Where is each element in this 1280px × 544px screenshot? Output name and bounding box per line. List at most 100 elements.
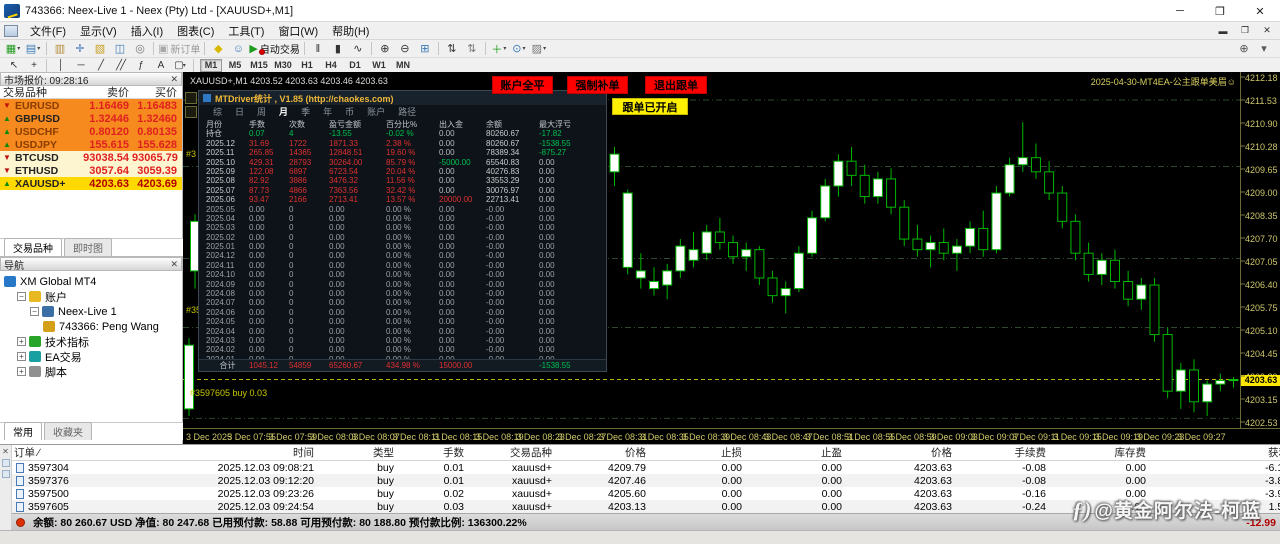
follow-status-button[interactable]: 跟单已开启 — [612, 98, 688, 115]
orders-column-label[interactable]: 手续费 — [960, 445, 1054, 460]
stats-tab[interactable]: 日 — [235, 105, 244, 118]
timeframe-m30[interactable]: M30 — [272, 59, 294, 72]
tile-windows-icon[interactable]: ⊞ — [415, 41, 435, 57]
stats-tab[interactable]: 路径 — [398, 105, 416, 118]
profiles-icon[interactable]: ▤▾ — [23, 41, 43, 57]
order-row-3597376[interactable]: 35973762025.12.03 09:12:20buy0.01xauusd+… — [12, 474, 1280, 487]
stats-tab[interactable]: 季 — [301, 105, 310, 118]
market-watch-row-usdchf[interactable]: ▲USDCHF0.801200.80135 — [0, 125, 182, 138]
navigator-close-icon[interactable]: ✕ — [170, 259, 178, 270]
text-tool-icon[interactable]: A — [150, 59, 170, 72]
navigator-tab[interactable]: 收藏夹 — [44, 422, 92, 440]
expand-icon[interactable]: + — [17, 367, 26, 376]
orders-column-label[interactable]: 类型 — [322, 445, 402, 460]
template-icon[interactable]: ▨▾ — [529, 41, 549, 57]
timeframe-m5[interactable]: M5 — [224, 59, 246, 72]
cursor-icon[interactable]: ↖ — [3, 59, 23, 72]
child-restore-button[interactable]: ❐ — [1234, 22, 1256, 39]
strategy-tester-icon[interactable]: ◎ — [130, 41, 150, 57]
exit-follow-button[interactable]: 退出跟单 — [645, 76, 707, 94]
stats-tab[interactable]: 账户 — [367, 105, 385, 118]
metaeditor-icon[interactable]: ◆ — [208, 41, 228, 57]
orders-column-label[interactable]: 交易品种 — [472, 445, 560, 460]
col-bid[interactable]: 卖价 — [78, 84, 132, 100]
nav-item[interactable]: XM Global MT4 — [4, 274, 182, 289]
menu-item-5[interactable]: 窗口(W) — [271, 22, 325, 40]
chart-overlay-icon[interactable] — [185, 106, 197, 118]
nav-item[interactable]: +脚本 — [4, 364, 182, 379]
add-indicator-icon[interactable]: ＋▾ — [489, 41, 509, 57]
market-watch-tab[interactable]: 交易品种 — [4, 238, 62, 256]
chart-window-icon[interactable] — [4, 25, 18, 37]
menu-item-6[interactable]: 帮助(H) — [325, 22, 376, 40]
nav-item[interactable]: +EA交易 — [4, 349, 182, 364]
menu-item-2[interactable]: 插入(I) — [124, 22, 170, 40]
line-chart-icon[interactable]: ∿ — [348, 41, 368, 57]
orders-column-label[interactable]: 止损 — [654, 445, 750, 460]
trendline-icon[interactable]: ╱ — [90, 59, 110, 72]
col-ask[interactable]: 买价 — [132, 84, 180, 100]
child-minimize-button[interactable]: ▬ — [1212, 22, 1234, 39]
object-list-icon[interactable]: ⇅ — [462, 41, 482, 57]
minimize-button[interactable]: ─ — [1160, 0, 1200, 22]
col-symbol[interactable]: 交易品种 — [0, 84, 78, 100]
stats-tab[interactable]: 综 — [213, 105, 222, 118]
orders-column-label[interactable]: 订单 ∕ — [12, 445, 182, 460]
nav-item[interactable]: −Neex-Live 1 — [4, 304, 182, 319]
timeframe-h1[interactable]: H1 — [296, 59, 318, 72]
expert-advisor-icon[interactable]: ☺ — [228, 41, 248, 57]
timeframe-m15[interactable]: M15 — [248, 59, 270, 72]
chart-overlay-icon[interactable] — [185, 92, 197, 104]
shapes-icon[interactable]: ▢▾ — [170, 59, 190, 72]
collapse-icon[interactable]: − — [30, 307, 39, 316]
fibonacci-icon[interactable]: ƒ — [130, 59, 150, 72]
market-watch-close-icon[interactable]: ✕ — [170, 74, 178, 85]
menu-item-3[interactable]: 图表(C) — [170, 22, 221, 40]
orders-column-label[interactable]: 手数 — [402, 445, 472, 460]
navigator-icon[interactable]: ▧ — [90, 41, 110, 57]
toolbar-search-icon[interactable]: ⊕ — [1234, 41, 1254, 57]
orders-column-label[interactable]: 获利 — [1154, 445, 1280, 460]
close-button[interactable]: ✕ — [1240, 0, 1280, 22]
stats-tab[interactable]: 月 — [279, 105, 288, 118]
orders-column-label[interactable]: 时间 — [182, 445, 322, 460]
bar-chart-icon[interactable]: ‖ — [308, 41, 328, 57]
menu-item-4[interactable]: 工具(T) — [221, 22, 271, 40]
expand-icon[interactable]: + — [17, 337, 26, 346]
market-watch-row-gbpusd[interactable]: ▲GBPUSD1.324461.32460 — [0, 112, 182, 125]
nav-item[interactable]: +技术指标 — [4, 334, 182, 349]
stats-tab[interactable]: 年 — [323, 105, 332, 118]
timeframe-w1[interactable]: W1 — [368, 59, 390, 72]
vertical-line-icon[interactable]: │ — [50, 59, 70, 72]
timeframe-d1[interactable]: D1 — [344, 59, 366, 72]
force-fill-button[interactable]: 强制补单 — [567, 76, 628, 94]
data-window-icon[interactable]: ✛ — [70, 41, 90, 57]
orders-column-label[interactable]: 价格 — [560, 445, 654, 460]
orders-column-label[interactable]: 止盈 — [750, 445, 850, 460]
market-watch-row-eurusd[interactable]: ▼EURUSD1.164691.16483 — [0, 99, 182, 112]
channel-icon[interactable]: ╱╱ — [110, 59, 130, 72]
autotrading-icon[interactable]: ▶自动交易 — [248, 41, 300, 57]
zoom-in-icon[interactable]: ⊕ — [375, 41, 395, 57]
indicator-list-icon[interactable]: ⇅ — [442, 41, 462, 57]
market-watch-icon[interactable]: ▥ — [50, 41, 70, 57]
candlestick-icon[interactable]: ▮ — [328, 41, 348, 57]
nav-item[interactable]: 743366: Peng Wang — [4, 319, 182, 334]
horizontal-line-icon[interactable]: ─ — [70, 59, 90, 72]
timeframe-h4[interactable]: H4 — [320, 59, 342, 72]
market-watch-row-xauusd+[interactable]: ▲XAUUSD+4203.634203.69 — [0, 177, 182, 190]
menu-item-0[interactable]: 文件(F) — [23, 22, 73, 40]
zoom-out-icon[interactable]: ⊖ — [395, 41, 415, 57]
terminal-tab-icon[interactable] — [2, 459, 10, 467]
timeframe-mn[interactable]: MN — [392, 59, 414, 72]
period-icon[interactable]: ⊙▾ — [509, 41, 529, 57]
stats-tab[interactable]: 周 — [257, 105, 266, 118]
timeframe-m1[interactable]: M1 — [200, 59, 222, 72]
order-row-3597304[interactable]: 35973042025.12.03 09:08:21buy0.01xauusd+… — [12, 461, 1280, 474]
market-watch-row-ethusd[interactable]: ▼ETHUSD3057.643059.39 — [0, 164, 182, 177]
new-chart-icon[interactable]: ▦▾ — [3, 41, 23, 57]
crosshair-icon[interactable]: + — [23, 59, 43, 72]
orders-column-label[interactable]: 价格 — [850, 445, 960, 460]
terminal-close-icon[interactable]: ✕ — [2, 447, 9, 456]
close-all-button[interactable]: 账户全平 — [492, 76, 553, 94]
